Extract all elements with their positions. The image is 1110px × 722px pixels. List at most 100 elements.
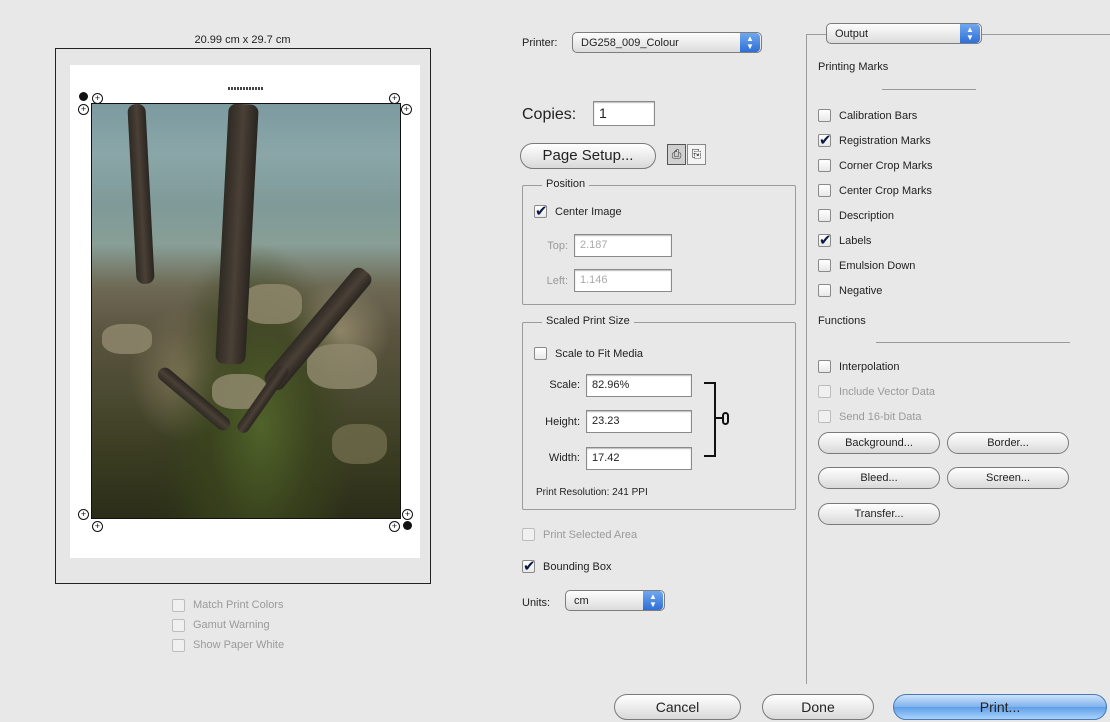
background-button[interactable]: Background... (818, 432, 940, 454)
send-16-bit-label: Send 16-bit Data (839, 410, 922, 423)
popup-arrows-icon: ▲ ▼ (740, 33, 760, 52)
copies-input[interactable]: 1 (593, 101, 655, 126)
border-button[interactable]: Border... (947, 432, 1069, 454)
printer-select[interactable]: DG258_009_Colour ▲ ▼ (572, 32, 762, 53)
output-select-value: Output (835, 27, 869, 40)
corner-crop-marks-label: Corner Crop Marks (839, 159, 933, 172)
center-crop-marks-option[interactable]: Center Crop Marks (818, 178, 933, 203)
units-label: Units: (522, 597, 551, 609)
popup-arrows-icon: ▲ ▼ (643, 591, 663, 610)
match-print-colors-label: Match Print Colors (193, 599, 284, 611)
interpolation-label: Interpolation (839, 360, 900, 373)
landscape-orientation-icon[interactable]: ⎘ (687, 144, 706, 165)
scaled-print-size-title: Scaled Print Size (542, 315, 634, 327)
match-print-colors-option[interactable]: Match Print Colors (172, 595, 284, 615)
description-checkbox[interactable] (818, 209, 831, 222)
functions-divider (876, 342, 1070, 343)
crop-handle-top-left-icon[interactable] (79, 92, 88, 101)
interpolation-option[interactable]: Interpolation (818, 354, 935, 379)
corner-crop-marks-checkbox[interactable] (818, 159, 831, 172)
top-resize-grip[interactable] (228, 87, 264, 90)
print-resolution-text: Print Resolution: 241 PPI (536, 487, 648, 498)
done-button[interactable]: Done (762, 694, 874, 720)
cancel-button[interactable]: Cancel (614, 694, 741, 720)
negative-checkbox[interactable] (818, 284, 831, 297)
left-input[interactable]: 1.146 (574, 269, 672, 292)
registration-marks-option[interactable]: Registration Marks (818, 128, 933, 153)
position-group-title: Position (542, 178, 590, 190)
height-input[interactable]: 23.23 (586, 410, 692, 433)
width-label: Width: (548, 452, 580, 464)
negative-option[interactable]: Negative (818, 278, 933, 303)
functions-title: Functions (818, 315, 866, 327)
print-selected-area-label: Print Selected Area (543, 528, 638, 541)
match-print-colors-checkbox[interactable] (172, 598, 185, 612)
page-setup-button[interactable]: Page Setup... (520, 143, 656, 169)
bounding-box-option[interactable]: Bounding Box (522, 557, 612, 575)
units-select-value: cm (574, 594, 589, 607)
calibration-bars-option[interactable]: Calibration Bars (818, 103, 933, 128)
center-image-option[interactable]: Center Image (534, 202, 622, 220)
labels-checkbox[interactable] (818, 231, 832, 249)
registration-marks-checkbox[interactable] (818, 131, 832, 149)
popup-arrows-icon: ▲ ▼ (960, 24, 980, 43)
scale-to-fit-option[interactable]: Scale to Fit Media (534, 347, 643, 360)
show-paper-white-option[interactable]: Show Paper White (172, 635, 284, 655)
preview-image[interactable] (91, 103, 401, 519)
include-vector-data-checkbox[interactable] (818, 385, 831, 398)
screen-button[interactable]: Screen... (947, 467, 1069, 489)
include-vector-data-label: Include Vector Data (839, 385, 936, 398)
center-image-checkbox[interactable] (534, 202, 548, 220)
scale-to-fit-label: Scale to Fit Media (555, 347, 644, 360)
scale-input[interactable]: 82.96% (586, 374, 692, 397)
scale-to-fit-checkbox[interactable] (534, 347, 547, 360)
chain-link-icon[interactable] (722, 412, 729, 425)
width-input[interactable]: 17.42 (586, 447, 692, 470)
output-select[interactable]: Output ▲ ▼ (826, 23, 982, 44)
show-paper-white-checkbox[interactable] (172, 638, 185, 652)
units-select[interactable]: cm ▲ ▼ (565, 590, 665, 611)
crop-handle-bottom-right-icon[interactable] (403, 521, 412, 530)
calibration-bars-checkbox[interactable] (818, 109, 831, 122)
include-vector-data-option[interactable]: Include Vector Data (818, 379, 935, 404)
emulsion-down-label: Emulsion Down (839, 259, 916, 272)
interpolation-checkbox[interactable] (818, 360, 831, 373)
labels-option[interactable]: Labels (818, 228, 933, 253)
registration-mark-icon: + (402, 509, 413, 520)
bleed-button[interactable]: Bleed... (818, 467, 940, 489)
emulsion-down-checkbox[interactable] (818, 259, 831, 272)
top-label: Top: (547, 240, 568, 252)
top-input[interactable]: 2.187 (574, 234, 672, 257)
calibration-bars-label: Calibration Bars (839, 109, 918, 122)
proportion-bracket (704, 382, 716, 457)
description-label: Description (839, 209, 895, 222)
emulsion-down-option[interactable]: Emulsion Down (818, 253, 933, 278)
registration-mark-icon: + (92, 93, 103, 104)
description-option[interactable]: Description (818, 203, 933, 228)
preview-options: Match Print Colors Gamut Warning Show Pa… (172, 595, 284, 655)
transfer-button[interactable]: Transfer... (818, 503, 940, 525)
portrait-orientation-icon[interactable]: ⎙ (667, 144, 686, 165)
corner-crop-marks-option[interactable]: Corner Crop Marks (818, 153, 933, 178)
registration-mark-icon: + (389, 93, 400, 104)
gamut-warning-option[interactable]: Gamut Warning (172, 615, 284, 635)
paper-size-label: 20.99 cm x 29.7 cm (194, 34, 291, 46)
send-16-bit-checkbox[interactable] (818, 410, 831, 423)
send-16-bit-option[interactable]: Send 16-bit Data (818, 404, 935, 429)
center-crop-marks-checkbox[interactable] (818, 184, 831, 197)
print-button[interactable]: Print... (893, 694, 1107, 720)
labels-label: Labels (839, 234, 872, 247)
print-selected-area-checkbox[interactable] (522, 528, 535, 541)
scale-label: Scale: (549, 379, 580, 391)
printing-marks-list: Calibration Bars Registration Marks Corn… (818, 103, 933, 303)
registration-mark-icon: + (92, 521, 103, 532)
show-paper-white-label: Show Paper White (193, 639, 285, 651)
bounding-box-checkbox[interactable] (522, 557, 536, 575)
gamut-warning-checkbox[interactable] (172, 618, 185, 632)
registration-mark-icon: + (78, 104, 89, 115)
registration-marks-label: Registration Marks (839, 134, 931, 147)
functions-list: Interpolation Include Vector Data Send 1… (818, 354, 935, 429)
printing-marks-divider (882, 89, 976, 90)
registration-mark-icon: + (401, 104, 412, 115)
print-selected-area-option[interactable]: Print Selected Area (522, 528, 637, 541)
